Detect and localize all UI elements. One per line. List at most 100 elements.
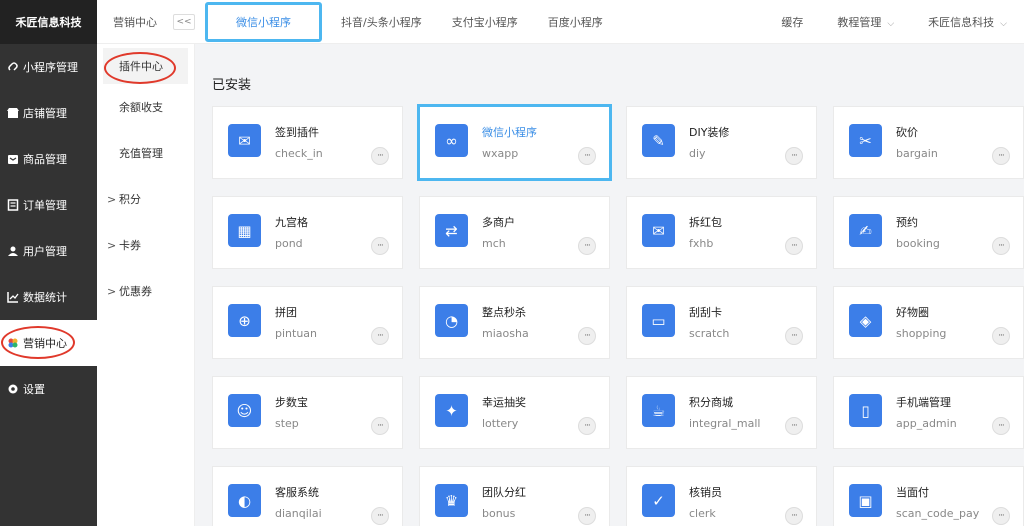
- plugin-glyph: ✦: [445, 401, 458, 420]
- plugin-code: app_admin: [896, 417, 957, 430]
- plugin-card-miaosha[interactable]: ◔ 整点秒杀 miaosha ···: [419, 286, 610, 359]
- plugin-code: dianqilai: [275, 507, 322, 520]
- more-options-button[interactable]: ···: [578, 507, 596, 525]
- plugin-glyph: ✂: [859, 131, 872, 150]
- more-options-button[interactable]: ···: [992, 237, 1010, 255]
- plugin-code: scratch: [689, 327, 730, 340]
- main-sidebar: 禾匠信息科技 小程序管理 店铺管理 商品管理 订单管理 用户管理 数据统计 营销…: [0, 0, 97, 526]
- sub-item-plugin-center[interactable]: 插件中心: [103, 48, 188, 84]
- sidebar-item-marketing[interactable]: 营销中心: [0, 320, 97, 366]
- sidebar-item-label: 店铺管理: [23, 107, 67, 120]
- plugin-name: 积分商城: [689, 396, 733, 409]
- more-options-button[interactable]: ···: [992, 507, 1010, 525]
- tutorial-menu[interactable]: 教程管理 ⌵: [820, 14, 911, 30]
- sub-item-coupons[interactable]: > 优惠券: [97, 268, 194, 314]
- plugin-icon: ✉: [642, 214, 675, 247]
- plugin-card-diy[interactable]: ✎ DIY装修 diy ···: [626, 106, 817, 179]
- plugin-card-clerk[interactable]: ✓ 核销员 clerk ···: [626, 466, 817, 526]
- tab-baidu-miniprogram[interactable]: 百度小程序: [533, 0, 618, 44]
- account-menu[interactable]: 禾匠信息科技 ⌵: [911, 14, 1024, 30]
- sub-item-label: 充值管理: [119, 147, 163, 160]
- sub-item-cards[interactable]: > 卡券: [97, 222, 194, 268]
- sidebar-item-miniprogram[interactable]: 小程序管理: [0, 44, 97, 90]
- plugin-icon: ◐: [228, 484, 261, 517]
- plugin-card-app-admin[interactable]: ▯ 手机端管理 app_admin ···: [833, 376, 1024, 449]
- plugin-card-bargain[interactable]: ✂ 砍价 bargain ···: [833, 106, 1024, 179]
- plugin-code: shopping: [896, 327, 947, 340]
- plugin-card-pintuan[interactable]: ⊕ 拼团 pintuan ···: [212, 286, 403, 359]
- more-options-button[interactable]: ···: [992, 147, 1010, 165]
- plugin-card-fxhb[interactable]: ✉ 拆红包 fxhb ···: [626, 196, 817, 269]
- plugin-icon: ✎: [642, 124, 675, 157]
- chart-icon: [7, 291, 19, 303]
- plugin-name: 拼团: [275, 306, 297, 319]
- more-options-button[interactable]: ···: [785, 237, 803, 255]
- more-options-button[interactable]: ···: [578, 147, 596, 165]
- plugin-name: 签到插件: [275, 126, 319, 139]
- more-options-button[interactable]: ···: [992, 417, 1010, 435]
- plugin-card-mch[interactable]: ⇄ 多商户 mch ···: [419, 196, 610, 269]
- plugin-icon: ✓: [642, 484, 675, 517]
- plugin-code: diy: [689, 147, 706, 160]
- plugin-name: 拆红包: [689, 216, 722, 229]
- plugin-icon: ∞: [435, 124, 468, 157]
- sub-item-recharge[interactable]: 充值管理: [97, 130, 194, 176]
- top-bar: 营销中心 << 微信小程序 抖音/头条小程序 支付宝小程序 百度小程序 缓存 教…: [97, 0, 1024, 44]
- sidebar-item-settings[interactable]: 设置: [0, 366, 97, 412]
- plugin-card-step[interactable]: ☺ 步数宝 step ···: [212, 376, 403, 449]
- tab-wechat-miniprogram[interactable]: 微信小程序: [205, 1, 322, 42]
- plugin-icon: ▯: [849, 394, 882, 427]
- plugin-name: 当面付: [896, 486, 929, 499]
- sidebar-item-store[interactable]: 店铺管理: [0, 90, 97, 136]
- more-options-button[interactable]: ···: [992, 327, 1010, 345]
- plugin-card-lottery[interactable]: ✦ 幸运抽奖 lottery ···: [419, 376, 610, 449]
- plugin-card-scan-code-pay[interactable]: ▣ 当面付 scan_code_pay ···: [833, 466, 1024, 526]
- gear-icon: [7, 383, 19, 395]
- plugin-glyph: ◔: [444, 311, 459, 330]
- more-options-button[interactable]: ···: [578, 237, 596, 255]
- plugin-card-scratch[interactable]: ▭ 刮刮卡 scratch ···: [626, 286, 817, 359]
- more-options-button[interactable]: ···: [371, 147, 389, 165]
- more-options-button[interactable]: ···: [371, 507, 389, 525]
- more-options-button[interactable]: ···: [578, 417, 596, 435]
- plugin-card-check-in[interactable]: ✉ 签到插件 check_in ···: [212, 106, 403, 179]
- more-options-button[interactable]: ···: [785, 417, 803, 435]
- cache-button[interactable]: 缓存: [764, 14, 820, 30]
- more-options-button[interactable]: ···: [371, 417, 389, 435]
- more-options-button[interactable]: ···: [371, 327, 389, 345]
- more-options-button[interactable]: ···: [578, 327, 596, 345]
- plugin-glyph: ◈: [859, 311, 872, 330]
- breadcrumb: 营销中心: [113, 15, 157, 29]
- sidebar-item-users[interactable]: 用户管理: [0, 228, 97, 274]
- sub-item-balance[interactable]: 余额收支: [97, 84, 194, 130]
- more-options-button[interactable]: ···: [785, 327, 803, 345]
- more-options-button[interactable]: ···: [785, 507, 803, 525]
- sidebar-item-label: 设置: [23, 383, 45, 396]
- plugin-glyph: ☺: [236, 401, 253, 420]
- tab-alipay-miniprogram[interactable]: 支付宝小程序: [437, 0, 533, 44]
- plugin-card-wxapp[interactable]: ∞ 微信小程序 wxapp ···: [417, 104, 612, 181]
- plugin-code: bonus: [482, 507, 516, 520]
- plugin-grid: ✉ 签到插件 check_in ··· ∞ 微信小程序 wxapp ··· ✎ DIY装修 diy ·…: [212, 104, 1024, 526]
- chevron-right-icon: >: [107, 284, 117, 298]
- plugin-glyph: ✓: [652, 491, 665, 510]
- sub-item-points[interactable]: > 积分: [97, 176, 194, 222]
- plugin-card-integral-mall[interactable]: ☕ 积分商城 integral_mall ···: [626, 376, 817, 449]
- sidebar-item-orders[interactable]: 订单管理: [0, 182, 97, 228]
- plugin-name: DIY装修: [689, 126, 730, 139]
- plugin-card-bonus[interactable]: ♛ 团队分红 bonus ···: [419, 466, 610, 526]
- collapse-sidebar-button[interactable]: <<: [173, 13, 195, 30]
- plugin-card-pond[interactable]: ▦ 九宫格 pond ···: [212, 196, 403, 269]
- plugin-card-booking[interactable]: ✍ 预约 booking ···: [833, 196, 1024, 269]
- sidebar-item-goods[interactable]: 商品管理: [0, 136, 97, 182]
- plugin-glyph: ∞: [445, 131, 458, 150]
- sidebar-item-stats[interactable]: 数据统计: [0, 274, 97, 320]
- plugin-card-shopping[interactable]: ◈ 好物圈 shopping ···: [833, 286, 1024, 359]
- top-right-menu: 缓存 教程管理 ⌵ 禾匠信息科技 ⌵: [764, 0, 1024, 44]
- plugin-code: booking: [896, 237, 940, 250]
- more-options-button[interactable]: ···: [785, 147, 803, 165]
- more-options-button[interactable]: ···: [371, 237, 389, 255]
- plugin-card-dianqilai[interactable]: ◐ 客服系统 dianqilai ···: [212, 466, 403, 526]
- tab-douyin-miniprogram[interactable]: 抖音/头条小程序: [326, 0, 437, 44]
- account-label: 禾匠信息科技: [928, 16, 995, 29]
